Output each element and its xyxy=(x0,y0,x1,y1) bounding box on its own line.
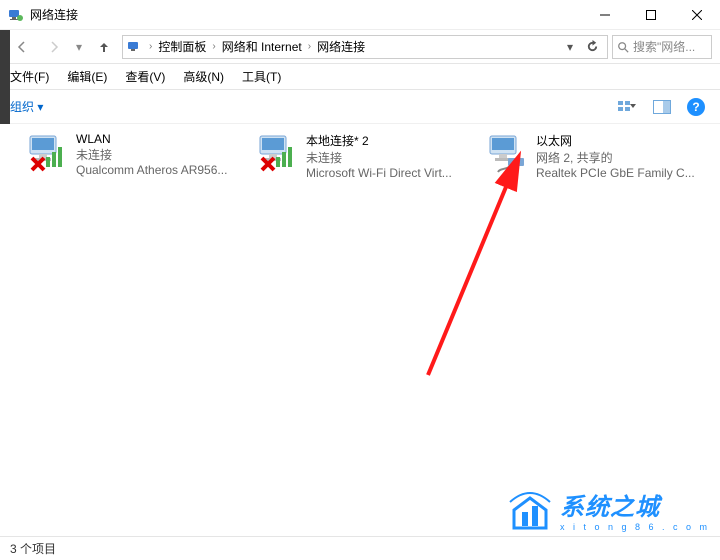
help-icon: ? xyxy=(687,98,705,116)
adapter-disabled-icon xyxy=(26,132,70,176)
maximize-button[interactable] xyxy=(628,0,674,30)
connection-name: WLAN xyxy=(76,132,227,146)
network-connections-icon xyxy=(8,7,24,23)
window-controls xyxy=(582,0,720,30)
watermark-logo-icon xyxy=(508,488,552,532)
address-bar[interactable]: › 控制面板 › 网络和 Internet › 网络连接 ▾ xyxy=(122,35,608,59)
search-input[interactable]: 搜索"网络... xyxy=(612,35,712,59)
breadcrumb-root[interactable]: 控制面板 xyxy=(154,38,210,55)
breadcrumb-mid[interactable]: 网络和 Internet xyxy=(218,38,306,55)
forward-button[interactable] xyxy=(40,35,68,59)
recent-dropdown[interactable]: ▾ xyxy=(72,35,86,59)
breadcrumb-leaf[interactable]: 网络连接 xyxy=(313,38,369,55)
address-dropdown-button[interactable]: ▾ xyxy=(559,36,581,58)
connection-device: Realtek PCIe GbE Family C... xyxy=(536,166,695,180)
status-bar: 3 个项目 xyxy=(0,536,720,560)
search-placeholder: 搜索"网络... xyxy=(633,38,695,55)
chevron-right-icon[interactable]: › xyxy=(306,41,313,52)
up-button[interactable] xyxy=(90,35,118,59)
adapter-disabled-icon xyxy=(256,132,300,176)
help-button[interactable]: ? xyxy=(682,95,710,119)
minimize-button[interactable] xyxy=(582,0,628,30)
connection-device: Qualcomm Atheros AR956... xyxy=(76,163,227,177)
connection-status: 未连接 xyxy=(76,146,227,163)
menu-view[interactable]: 查看(V) xyxy=(123,66,167,87)
annotation-arrow xyxy=(418,150,538,380)
connection-wlan[interactable]: WLAN 未连接 Qualcomm Atheros AR956... xyxy=(26,132,236,182)
refresh-button[interactable] xyxy=(581,36,603,58)
connection-ethernet[interactable]: 以太网 网络 2, 共享的 Realtek PCIe GbE Family C.… xyxy=(486,132,696,182)
titlebar: 网络连接 xyxy=(0,0,720,30)
menu-advanced[interactable]: 高级(N) xyxy=(181,66,226,87)
chevron-right-icon[interactable]: › xyxy=(147,41,154,52)
chevron-right-icon[interactable]: › xyxy=(210,41,217,52)
menu-edit[interactable]: 编辑(E) xyxy=(65,66,109,87)
navbar: ▾ › 控制面板 › 网络和 Internet › 网络连接 ▾ 搜索"网络..… xyxy=(0,30,720,64)
adapter-connected-icon xyxy=(486,132,530,176)
connection-name: 本地连接* 2 xyxy=(306,132,452,149)
menubar: 文件(F) 编辑(E) 查看(V) 高级(N) 工具(T) xyxy=(0,64,720,90)
view-options-button[interactable] xyxy=(614,95,642,119)
watermark: 系统之城 x i t o n g 8 6 . c o m xyxy=(508,487,710,532)
menu-tools[interactable]: 工具(T) xyxy=(240,66,283,87)
menu-file[interactable]: 文件(F) xyxy=(8,66,51,87)
watermark-text-cn: 系统之城 xyxy=(560,487,710,522)
close-button[interactable] xyxy=(674,0,720,30)
item-count: 3 个项目 xyxy=(10,540,56,557)
network-connections-icon xyxy=(127,39,143,55)
content-area[interactable]: WLAN 未连接 Qualcomm Atheros AR956... 本地连接*… xyxy=(0,124,720,536)
connection-local[interactable]: 本地连接* 2 未连接 Microsoft Wi-Fi Direct Virt.… xyxy=(256,132,466,182)
back-button[interactable] xyxy=(8,35,36,59)
connection-status: 未连接 xyxy=(306,149,452,166)
organize-button[interactable]: 组织 ▾ xyxy=(10,98,43,115)
search-icon xyxy=(617,41,629,53)
window-title: 网络连接 xyxy=(30,6,582,23)
watermark-text-en: x i t o n g 8 6 . c o m xyxy=(560,522,710,532)
connection-name: 以太网 xyxy=(536,132,695,149)
preview-pane-button[interactable] xyxy=(648,95,676,119)
connection-device: Microsoft Wi-Fi Direct Virt... xyxy=(306,166,452,180)
connection-status: 网络 2, 共享的 xyxy=(536,149,695,166)
command-bar: 组织 ▾ ? xyxy=(0,90,720,124)
